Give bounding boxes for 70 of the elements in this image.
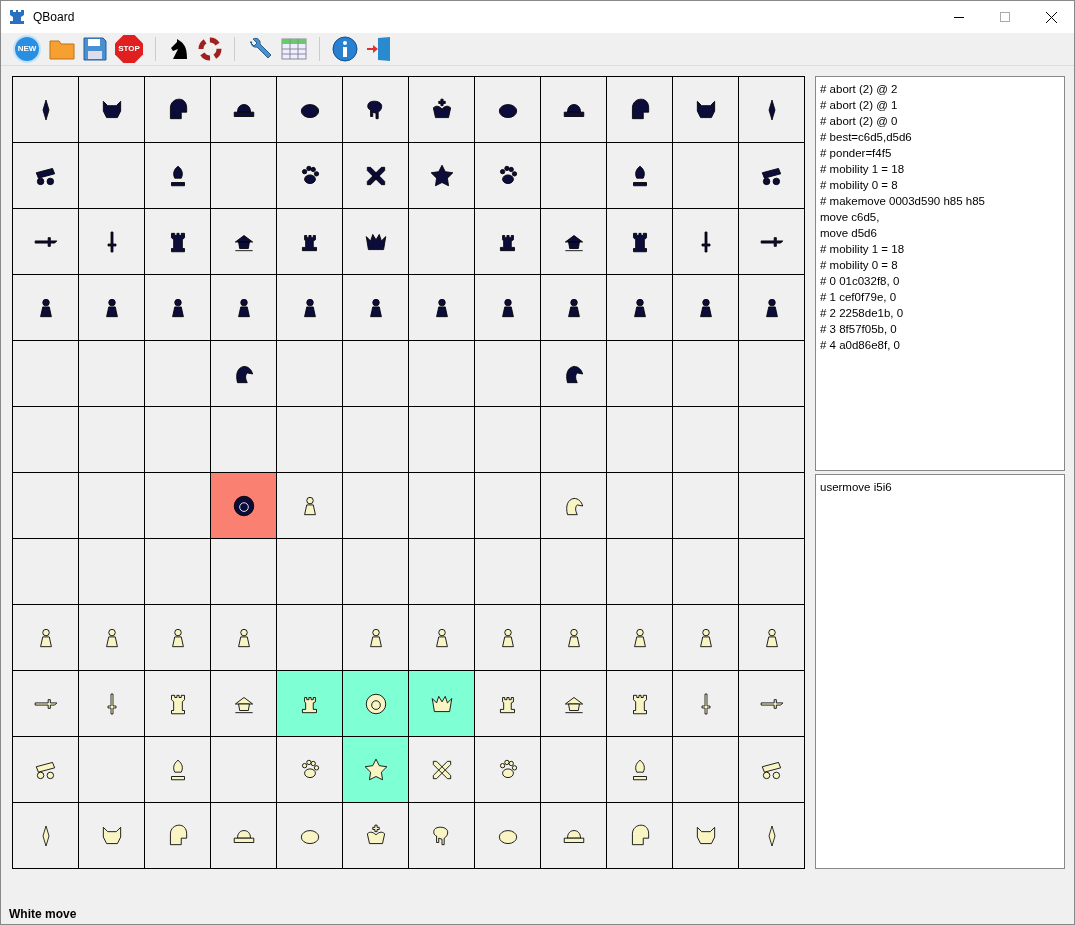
log-line: # abort (2) @ 1 [820, 98, 899, 113]
board-square[interactable] [343, 77, 408, 142]
stop-button[interactable]: STOP [115, 35, 143, 63]
board-square[interactable] [607, 77, 672, 142]
log-line: usermove i5i6 [820, 480, 893, 495]
knight-icon[interactable] [168, 37, 190, 61]
board-square[interactable] [211, 275, 276, 340]
board-square[interactable] [211, 209, 276, 274]
board-square[interactable] [145, 143, 210, 208]
board-square[interactable] [343, 143, 408, 208]
board-square[interactable] [277, 275, 342, 340]
log-line: # mobility 0 = 8 [820, 258, 899, 273]
log-line: # mobility 0 = 8 [820, 178, 899, 193]
log-line: # best=c6d5,d5d6 [820, 130, 913, 145]
board-square[interactable] [211, 473, 276, 538]
log-line: move d5d6 [820, 226, 878, 241]
board-square[interactable] [475, 143, 540, 208]
board-square[interactable] [343, 275, 408, 340]
board-square[interactable] [739, 275, 804, 340]
board-square[interactable] [475, 275, 540, 340]
board-square[interactable] [541, 275, 606, 340]
log-line: # 1 cef0f79e, 0 [820, 290, 898, 305]
status-text: White move [9, 906, 77, 922]
board-square[interactable] [145, 275, 210, 340]
log-line: # abort (2) @ 2 [820, 82, 899, 97]
log-line: # 0 01c032f8, 0 [820, 274, 901, 289]
log-line: # mobility 1 = 18 [820, 242, 906, 257]
log-line: # 3 8f57f05b, 0 [820, 322, 898, 337]
board-square[interactable] [13, 143, 78, 208]
board-square[interactable] [409, 143, 474, 208]
board-square[interactable] [673, 77, 738, 142]
board-square[interactable] [13, 275, 78, 340]
log-line: move c6d5, [820, 210, 881, 225]
info-icon[interactable] [332, 36, 358, 62]
board-square[interactable] [343, 209, 408, 274]
window-title: QBoard [33, 9, 75, 25]
board-square[interactable] [475, 77, 540, 142]
log-line: # mobility 1 = 18 [820, 162, 906, 177]
board-square[interactable] [541, 341, 606, 406]
board-square[interactable] [409, 77, 474, 142]
board-square[interactable] [211, 77, 276, 142]
log-line: # makemove 0003d590 h85 h85 [820, 194, 986, 209]
log-line: # 2 2258de1b, 0 [820, 306, 905, 321]
board-square[interactable] [673, 275, 738, 340]
board-square[interactable] [607, 143, 672, 208]
log-line: # abort (2) @ 0 [820, 114, 899, 129]
log-line: # ponder=f4f5 [820, 146, 893, 161]
lifebuoy-icon[interactable] [198, 37, 222, 61]
board-square[interactable] [607, 275, 672, 340]
new-button[interactable]: NEW [13, 35, 41, 63]
folder-icon[interactable] [49, 38, 75, 60]
board-square[interactable] [145, 77, 210, 142]
board-square[interactable] [211, 341, 276, 406]
board-square[interactable] [475, 209, 540, 274]
log-line: # 4 a0d86e8f, 0 [820, 338, 901, 353]
board-square[interactable] [541, 77, 606, 142]
table-icon[interactable] [281, 37, 307, 61]
board-square[interactable] [79, 77, 144, 142]
board-square[interactable] [607, 209, 672, 274]
exit-door-icon[interactable] [366, 36, 392, 62]
board-square[interactable] [277, 143, 342, 208]
board-square[interactable] [541, 209, 606, 274]
board-square[interactable] [79, 275, 144, 340]
rook-icon [9, 9, 25, 25]
board-square[interactable] [145, 209, 210, 274]
board-square[interactable] [739, 143, 804, 208]
board-square[interactable] [409, 275, 474, 340]
board-square[interactable] [277, 209, 342, 274]
board-square[interactable] [277, 77, 342, 142]
close-icon [1045, 11, 1057, 23]
